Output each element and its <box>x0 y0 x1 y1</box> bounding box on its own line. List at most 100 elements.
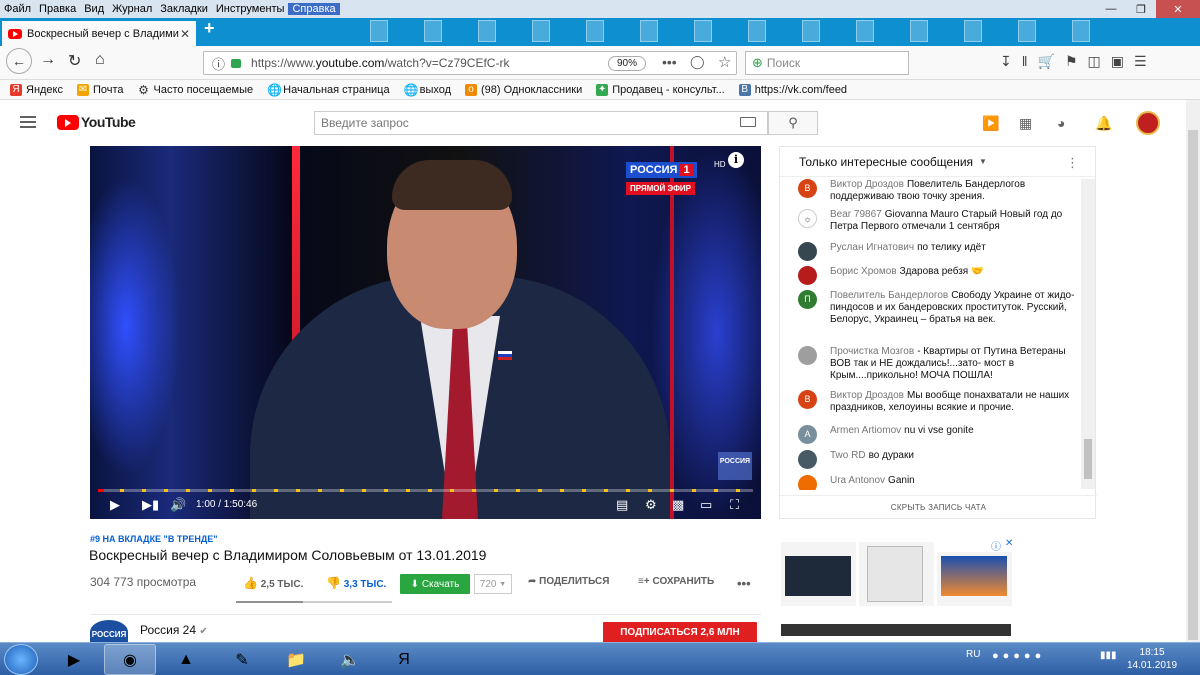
apps-grid-icon[interactable]: ▦ <box>1019 115 1032 132</box>
ad-product-dishwasher[interactable] <box>859 542 934 606</box>
guide-menu-icon[interactable] <box>20 116 36 128</box>
cart-icon[interactable]: 🛒 <box>1038 53 1055 70</box>
forward-arrow-icon[interactable]: → <box>40 51 56 69</box>
subscribe-button[interactable]: ПОДПИСАТЬСЯ 2,6 МЛН <box>603 622 757 644</box>
chat-author[interactable]: Two RD <box>830 450 866 461</box>
info-icon[interactable]: ⓘ <box>212 54 225 73</box>
bookmark-item[interactable]: 🌐 выход <box>404 84 451 96</box>
chat-author[interactable]: Виктор Дроздов <box>830 390 904 401</box>
close-tab-icon[interactable]: ✕ <box>180 27 190 41</box>
messages-icon[interactable]: ◕ <box>1057 115 1065 131</box>
dislike-button[interactable]: 👎 3,3 ТЫС. <box>326 576 386 590</box>
channel-avatar[interactable]: РОССИЯ <box>90 620 128 644</box>
tray-language[interactable]: RU <box>966 649 980 660</box>
close-window-icon[interactable]: ✕ <box>1156 0 1200 18</box>
chat-author[interactable]: Bear 79867 <box>830 209 882 220</box>
page-scrollbar-thumb[interactable] <box>1188 130 1198 640</box>
notifications-bell-icon[interactable]: 🔔 <box>1095 115 1112 132</box>
browser-search-input[interactable]: ⊕ Поиск <box>745 51 909 75</box>
chat-menu-icon[interactable]: ⋮ <box>1066 155 1079 171</box>
menu-tools[interactable]: Инструменты <box>212 3 289 15</box>
hide-chat-button[interactable]: СКРЫТЬ ЗАПИСЬ ЧАТА <box>780 495 1097 519</box>
chat-author[interactable]: Прочистка Мозгов <box>830 346 914 357</box>
taskbar-vlc-icon[interactable]: ▲ <box>160 644 212 675</box>
network-signal-icon[interactable]: ▮▮▮ <box>1100 650 1117 661</box>
download-button[interactable]: ⬇ Скачать <box>400 574 470 594</box>
share-button[interactable]: ➦ ПОДЕЛИТЬСЯ <box>528 576 609 587</box>
sidebar-icon[interactable]: ◫ <box>1088 53 1101 70</box>
create-video-icon[interactable]: ▶️ <box>982 115 999 132</box>
flag-icon[interactable]: ⚑ <box>1065 53 1078 70</box>
menu-help[interactable]: Справка <box>288 3 340 15</box>
chat-author[interactable]: Виктор Дроздов <box>830 179 904 190</box>
menu-view[interactable]: Вид <box>80 3 108 15</box>
chat-author[interactable]: Ura Antonov <box>830 475 885 486</box>
minimize-icon[interactable]: — <box>1096 0 1126 18</box>
chat-scrollbar-thumb[interactable] <box>1084 439 1092 479</box>
fullscreen-icon[interactable]: ⛶ <box>730 497 739 513</box>
play-icon[interactable]: ▶ <box>110 497 120 513</box>
back-arrow-icon[interactable]: ← <box>6 48 32 74</box>
ad-close-icon[interactable]: ✕ <box>1005 538 1013 549</box>
more-actions-icon[interactable]: ••• <box>737 576 751 591</box>
theater-mode-icon[interactable]: ▭ <box>700 497 712 513</box>
chat-author[interactable]: Борис Хромов <box>830 266 897 277</box>
info-card-icon[interactable]: i <box>728 152 744 168</box>
taskbar-explorer-icon[interactable]: 📁 <box>270 644 322 675</box>
library-icon[interactable]: ‖ <box>1022 53 1028 70</box>
save-button[interactable]: ≡+ СОХРАНИТЬ <box>638 576 714 587</box>
quality-select[interactable]: 720 ▼ <box>474 574 512 594</box>
chat-header[interactable]: Только интересные сообщения ▼ ⋮ <box>780 147 1095 177</box>
video-player[interactable]: РОССИЯ 1 HD ПРЯМОЙ ЭФИР i РОССИЯ ▶ ▶▮ 🔊 1… <box>90 146 761 519</box>
start-button[interactable] <box>4 644 38 675</box>
home-icon[interactable]: ⌂ <box>95 51 105 69</box>
next-icon[interactable]: ▶▮ <box>142 497 159 513</box>
channel-name[interactable]: Россия 24 ✔ <box>140 623 208 637</box>
bookmark-star-icon[interactable]: ☆ <box>718 53 731 71</box>
bookmark-item[interactable]: Я Яндекс <box>10 83 63 96</box>
chevron-down-icon[interactable]: ▼ <box>979 157 987 166</box>
reload-icon[interactable]: ↻ <box>68 51 81 71</box>
progress-bar[interactable] <box>98 489 753 492</box>
download-icon[interactable]: ↧ <box>1000 53 1012 70</box>
hamburger-menu-icon[interactable]: ☰ <box>1134 53 1147 70</box>
page-scrollbar[interactable] <box>1186 100 1200 642</box>
bookmark-item[interactable]: ⚙ Часто посещаемые <box>138 84 253 96</box>
subtitles-icon[interactable]: ▤ <box>616 497 628 513</box>
menu-bookmarks[interactable]: Закладки <box>156 3 212 15</box>
bookmark-item[interactable]: о (98) Одноклассники <box>465 83 582 96</box>
youtube-search-input[interactable]: Введите запрос <box>314 111 768 135</box>
taskbar-yandex-icon[interactable]: Я <box>378 644 430 675</box>
settings-gear-icon[interactable]: ⚙ <box>645 497 657 513</box>
taskbar-audio-icon[interactable]: 🔈 <box>324 644 376 675</box>
ad-product-tv[interactable] <box>781 542 856 606</box>
menu-file[interactable]: Файл <box>0 3 35 15</box>
taskbar-firefox-icon[interactable]: ◉ <box>104 644 156 675</box>
addon-icon[interactable]: ▣ <box>1111 53 1124 70</box>
menu-history[interactable]: Журнал <box>108 3 156 15</box>
chat-author[interactable]: Повелитель Бандерлогов <box>830 290 948 301</box>
miniplayer-icon[interactable]: ▩ <box>672 497 684 513</box>
account-avatar[interactable] <box>1136 111 1160 135</box>
youtube-search-button[interactable]: ⚲ <box>768 111 818 135</box>
maximize-icon[interactable]: ❐ <box>1126 0 1156 18</box>
bookmark-item[interactable]: Вhttps://vk.com/feed <box>738 83 847 96</box>
like-button[interactable]: 👍 2,5 ТЫС. <box>243 576 303 590</box>
bookmark-item[interactable]: 🌐 Начальная страница <box>267 84 389 96</box>
chat-author[interactable]: Руслан Игнатович <box>830 242 914 253</box>
zoom-badge[interactable]: 90% <box>608 56 647 71</box>
new-tab-icon[interactable]: + <box>204 18 215 39</box>
tray-clock[interactable]: 18:15 14.01.2019 <box>1127 646 1177 672</box>
ad-panel[interactable]: ⓘ ✕ <box>779 538 1019 638</box>
trending-link[interactable]: #9 НА ВКЛАДКЕ "В ТРЕНДЕ" <box>90 534 218 544</box>
ad-product-tv2[interactable] <box>937 552 1012 606</box>
taskbar-media-icon[interactable]: ▶ <box>48 644 100 675</box>
youtube-logo[interactable]: YouTube <box>57 114 136 130</box>
tab-youtube[interactable]: Воскресный вечер с Владими ✕ <box>2 21 196 46</box>
ad-info-icon[interactable]: ⓘ <box>991 538 1001 553</box>
taskbar-app-icon[interactable]: ✎ <box>216 644 268 675</box>
message-menu-icon[interactable]: ⋮ <box>1078 392 1080 404</box>
url-bar[interactable]: ⓘ https://www.youtube.com/watch?v=Cz79CE… <box>203 51 737 75</box>
volume-icon[interactable]: 🔊 <box>170 497 186 513</box>
page-actions-icon[interactable]: ••• <box>662 54 677 70</box>
